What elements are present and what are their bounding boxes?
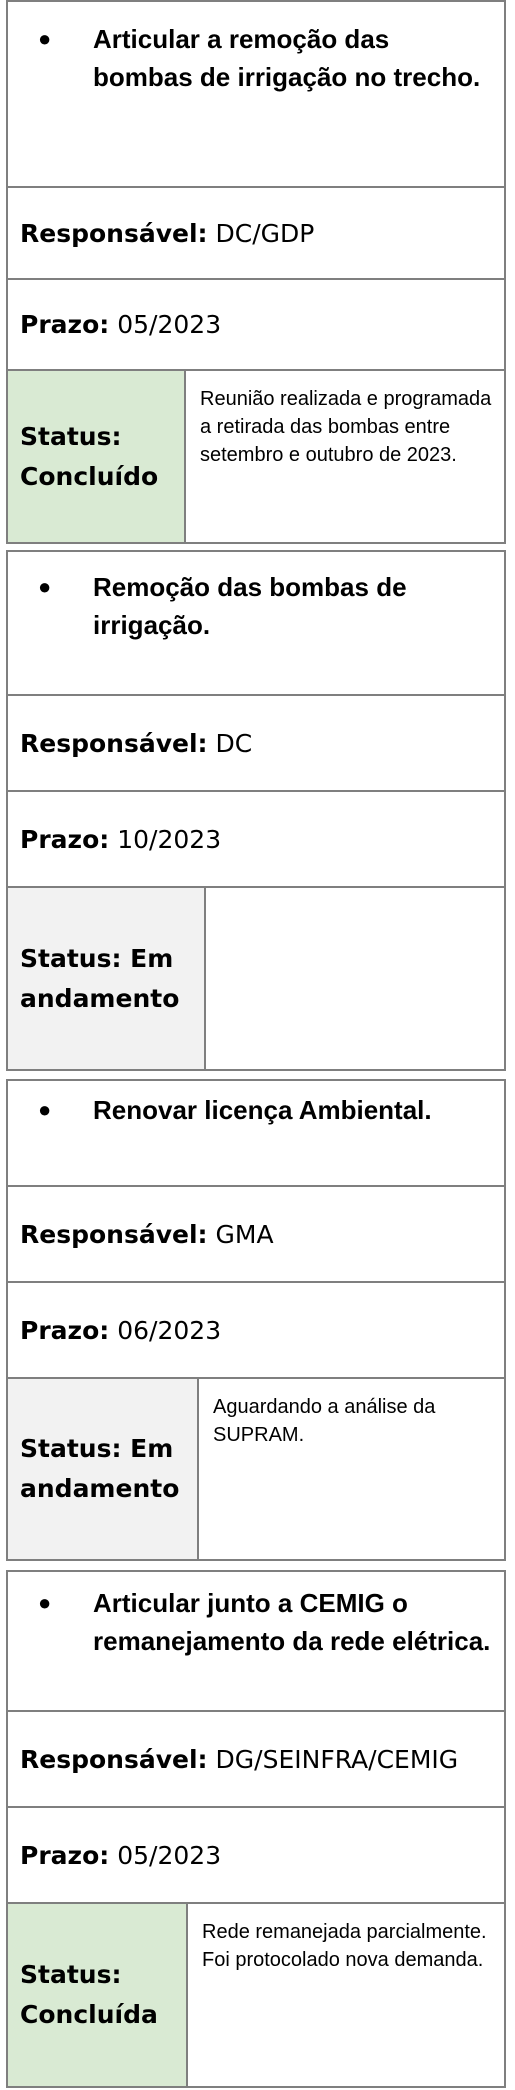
- responsavel-value: GMA: [215, 1219, 274, 1249]
- prazo-row: Prazo: 05/2023: [8, 280, 504, 371]
- status-row: Status: Concluído Reunião realizada e pr…: [8, 371, 504, 542]
- action-title: Remoção das bombas de irrigação.: [93, 572, 407, 640]
- action-title: Articular junto a CEMIG o remanejamento …: [93, 1588, 491, 1656]
- responsavel-row: Responsável: DC: [8, 696, 504, 792]
- responsavel-value: DC: [215, 728, 253, 758]
- prazo-value: 05/2023: [117, 1840, 222, 1870]
- status-badge: Status: Em andamento: [8, 888, 206, 1069]
- prazo-label: Prazo:: [20, 1840, 110, 1870]
- action-title: Articular a remoção das bombas de irriga…: [93, 24, 481, 92]
- responsavel-row: Responsável: GMA: [8, 1187, 504, 1283]
- prazo-value: 10/2023: [117, 824, 222, 854]
- status-value: andamento: [20, 983, 180, 1013]
- status-label: Status:: [20, 1960, 122, 1989]
- action-card: ● Articular junto a CEMIG o remanejament…: [6, 1570, 506, 2088]
- status-note: Reunião realizada e programada a retirad…: [200, 388, 492, 466]
- status-row: Status: Em andamento Aguardando a anális…: [8, 1379, 504, 1559]
- prazo-value: 06/2023: [117, 1315, 222, 1345]
- status-badge: Status: Em andamento: [8, 1379, 199, 1559]
- action-card: ● Articular a remoção das bombas de irri…: [6, 0, 506, 544]
- status-note: [206, 888, 504, 1069]
- bullet-icon: ●: [38, 26, 52, 51]
- action-title-row: ● Articular junto a CEMIG o remanejament…: [8, 1572, 504, 1712]
- prazo-row: Prazo: 06/2023: [8, 1283, 504, 1379]
- prazo-row: Prazo: 10/2023: [8, 792, 504, 888]
- responsavel-label: Responsável:: [20, 218, 208, 248]
- prazo-label: Prazo:: [20, 1315, 110, 1345]
- action-card: ● Remoção das bombas de irrigação. Respo…: [6, 550, 506, 1071]
- prazo-row: Prazo: 05/2023: [8, 1808, 504, 1904]
- action-title: Renovar licença Ambiental.: [93, 1095, 432, 1125]
- status-value: andamento: [20, 1474, 180, 1503]
- prazo-label: Prazo:: [20, 310, 110, 339]
- responsavel-label: Responsável:: [20, 1744, 208, 1774]
- responsavel-label: Responsável:: [20, 728, 208, 758]
- action-card: ● Renovar licença Ambiental. Responsável…: [6, 1079, 506, 1561]
- responsavel-value: DG/SEINFRA/CEMIG: [215, 1744, 459, 1774]
- responsavel-row: Responsável: DC/GDP: [8, 188, 504, 280]
- status-note: Aguardando a análise da SUPRAM.: [213, 1396, 436, 1446]
- status-label: Status: Em: [20, 943, 174, 973]
- prazo-label: Prazo:: [20, 824, 110, 854]
- status-row: Status: Em andamento: [8, 888, 504, 1069]
- status-row: Status: Concluída Rede remanejada parcia…: [8, 1904, 504, 2086]
- action-title-row: ● Renovar licença Ambiental.: [8, 1081, 504, 1187]
- status-label: Status:: [20, 421, 122, 451]
- responsavel-value: DC/GDP: [215, 218, 315, 248]
- responsavel-row: Responsável: DG/SEINFRA/CEMIG: [8, 1712, 504, 1808]
- status-value: Concluído: [20, 461, 159, 491]
- status-badge: Status: Concluída: [8, 1904, 188, 2086]
- status-note: Rede remanejada parcialmente. Foi protoc…: [202, 1921, 487, 1971]
- bullet-icon: ●: [38, 1097, 52, 1122]
- status-badge: Status: Concluído: [8, 371, 186, 542]
- action-title-row: ● Articular a remoção das bombas de irri…: [8, 2, 504, 188]
- status-value: Concluída: [20, 2000, 158, 2029]
- prazo-value: 05/2023: [117, 310, 222, 339]
- action-title-row: ● Remoção das bombas de irrigação.: [8, 552, 504, 696]
- bullet-icon: ●: [38, 574, 52, 599]
- responsavel-label: Responsável:: [20, 1219, 208, 1249]
- bullet-icon: ●: [38, 1590, 52, 1615]
- status-label: Status: Em: [20, 1434, 174, 1463]
